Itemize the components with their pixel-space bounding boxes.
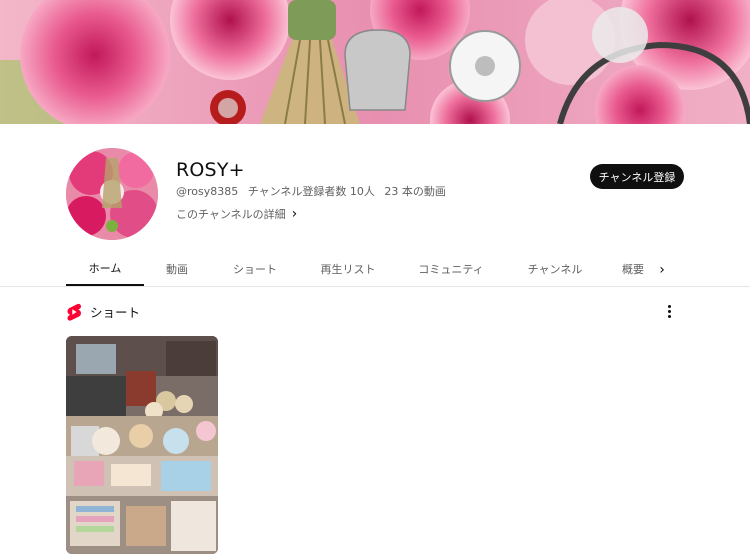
channel-meta: @rosy8385 チャンネル登録者数 10人 23 本の動画 — [176, 183, 452, 199]
channel-tabs: ホーム 動画 ショート 再生リスト コミュニティ チャンネル 概要 › — [0, 252, 750, 287]
tab-community[interactable]: コミュニティ — [410, 252, 492, 286]
subscribe-button[interactable]: チャンネル登録 — [590, 164, 684, 189]
short-thumbnail — [66, 336, 218, 554]
ellipsis-dot — [667, 309, 671, 313]
subscriber-count: チャンネル登録者数 10人 — [247, 185, 375, 198]
channel-details-label: このチャンネルの詳細 — [176, 208, 286, 221]
channel-details-link[interactable]: このチャンネルの詳細 › — [176, 206, 297, 222]
ellipsis-dot — [667, 304, 671, 308]
youtube-shorts-icon — [67, 303, 81, 321]
ellipsis-dot — [667, 314, 671, 318]
banner-image — [0, 0, 750, 124]
shorts-section-header: ショート — [66, 302, 140, 321]
tab-shorts[interactable]: ショート — [222, 252, 288, 286]
shorts-section-title: ショート — [90, 305, 141, 320]
channel-avatar[interactable] — [66, 148, 158, 240]
short-video-card[interactable] — [66, 336, 218, 554]
channel-name: ROSY+ — [176, 159, 245, 181]
vertical-ellipsis-icon[interactable] — [660, 302, 678, 320]
tab-home[interactable]: ホーム — [66, 252, 144, 286]
tab-channels[interactable]: チャンネル — [518, 252, 592, 286]
tab-about[interactable]: 概要 — [622, 252, 646, 286]
tab-playlists[interactable]: 再生リスト — [310, 252, 386, 286]
channel-banner — [0, 0, 750, 124]
chevron-right-icon: › — [291, 206, 298, 222]
video-count: 23 本の動画 — [384, 185, 446, 198]
tabs-scroll-area: ホーム 動画 ショート 再生リスト コミュニティ チャンネル 概要 — [0, 252, 646, 286]
avatar-image — [66, 148, 158, 240]
chevron-right-icon[interactable]: › — [652, 260, 672, 280]
tab-videos[interactable]: 動画 — [152, 252, 202, 286]
channel-handle: @rosy8385 — [176, 185, 239, 198]
